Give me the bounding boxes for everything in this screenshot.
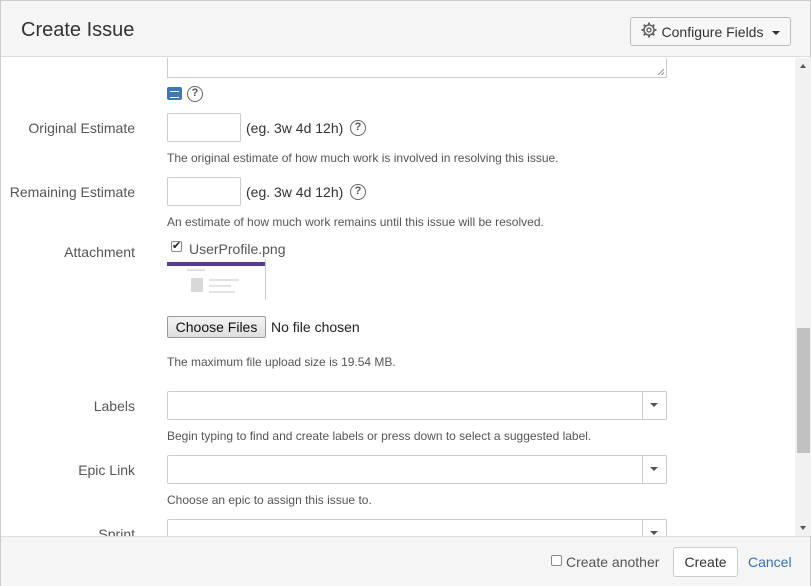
sprint-label: Sprint: [98, 526, 135, 536]
labels-label: Labels: [93, 398, 135, 414]
epic-link-select[interactable]: [167, 455, 667, 484]
remaining-estimate-hint: (eg. 3w 4d 12h): [246, 184, 344, 200]
labels-select[interactable]: [167, 391, 667, 420]
dialog-title: Create Issue: [21, 19, 135, 41]
thumbnail-line: [209, 285, 231, 287]
gear-icon: [641, 22, 657, 41]
sprint-select[interactable]: [167, 519, 667, 536]
dialog-footer: Create another Create Cancel: [1, 536, 810, 586]
chevron-down-icon: [650, 403, 658, 407]
original-estimate-input[interactable]: [167, 113, 241, 142]
remaining-estimate-input[interactable]: [167, 177, 241, 206]
create-another-label[interactable]: Create another: [566, 554, 659, 570]
question-circle-icon[interactable]: ?: [350, 120, 366, 136]
question-circle-icon[interactable]: ?: [350, 184, 366, 200]
cancel-link[interactable]: Cancel: [748, 554, 792, 570]
original-estimate-label: Original Estimate: [28, 120, 135, 136]
epic-link-label: Epic Link: [78, 462, 135, 478]
choose-files-button[interactable]: Choose Files: [167, 316, 266, 338]
chevron-down-icon: [650, 467, 658, 471]
thumbnail-avatar: [191, 278, 203, 292]
scroll-up-arrow-icon[interactable]: [800, 64, 806, 68]
scroll-down-arrow-icon[interactable]: [800, 526, 806, 530]
epic-link-help: Choose an epic to assign this issue to.: [167, 493, 372, 507]
thumbnail-line: [187, 269, 205, 271]
attachment-label: Attachment: [64, 244, 135, 260]
configure-fields-button[interactable]: Configure Fields: [630, 17, 791, 46]
dialog-content: ? Original Estimate (eg. 3w 4d 12h) ? Th…: [1, 58, 795, 536]
description-textarea[interactable]: [167, 58, 667, 78]
create-button[interactable]: Create: [673, 547, 738, 577]
chevron-down-icon: [772, 30, 781, 35]
configure-fields-label: Configure Fields: [661, 23, 764, 40]
attachment-help: The maximum file upload size is 19.54 MB…: [167, 355, 396, 369]
create-issue-dialog: Create Issue Configure Fields ? Original…: [0, 0, 811, 586]
thumbnail-line: [209, 279, 239, 281]
sprint-dropdown-toggle[interactable]: [642, 520, 666, 536]
attachment-file-name: UserProfile.png: [189, 241, 286, 257]
wiki-style-icon[interactable]: [167, 87, 182, 100]
remaining-estimate-label: Remaining Estimate: [9, 184, 135, 200]
chevron-down-icon: [650, 531, 658, 535]
content-scrollbar[interactable]: [795, 58, 811, 536]
resize-handle[interactable]: [658, 69, 664, 75]
thumbnail-line: [209, 291, 235, 293]
attachment-thumbnail[interactable]: [167, 259, 266, 300]
thumbnail-header-bar: [167, 262, 265, 266]
dialog-header: Create Issue Configure Fields: [1, 1, 810, 57]
labels-dropdown-toggle[interactable]: [642, 392, 666, 419]
labels-help: Begin typing to find and create labels o…: [167, 429, 592, 443]
original-estimate-help: The original estimate of how much work i…: [167, 151, 559, 165]
remaining-estimate-help: An estimate of how much work remains unt…: [167, 215, 544, 229]
no-file-chosen-text: No file chosen: [271, 319, 360, 335]
question-circle-icon[interactable]: ?: [187, 86, 203, 102]
epic-link-dropdown-toggle[interactable]: [642, 456, 666, 483]
create-another-checkbox[interactable]: [551, 555, 562, 566]
scrollbar-thumb[interactable]: [797, 328, 810, 453]
attachment-file-checkbox[interactable]: [171, 239, 182, 252]
original-estimate-hint: (eg. 3w 4d 12h): [246, 120, 344, 136]
